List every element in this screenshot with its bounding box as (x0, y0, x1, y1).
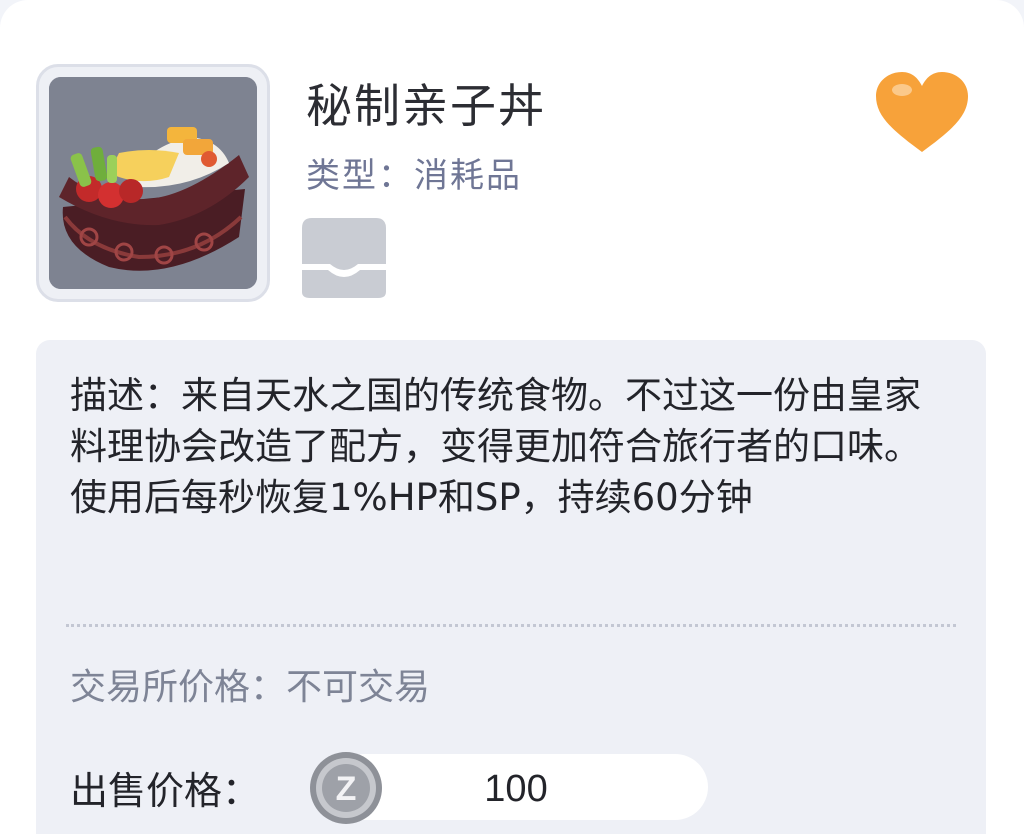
zeny-coin-icon: Z (306, 748, 386, 828)
item-thumbnail (36, 64, 270, 302)
item-description: 描述：来自天水之国的传统食物。不过这一份由皇家料理协会改造了配方，变得更加符合旅… (70, 374, 921, 519)
exchange-price: 交易所价格：不可交易 (70, 667, 431, 708)
item-detail-card: 秘制亲子丼 类型：消耗品 描述：来自天水之国的传统食物。不过这一份由皇家料理协会… (0, 0, 1024, 834)
heart-icon[interactable] (872, 70, 972, 156)
sell-price-label: 出售价格： (70, 769, 261, 813)
item-name: 秘制亲子丼 (306, 79, 546, 133)
bento-box-icon (49, 77, 257, 289)
svg-text:Z: Z (336, 770, 357, 808)
sell-price-value: 100 (484, 768, 548, 810)
dotted-divider (66, 624, 956, 627)
description-panel: 描述：来自天水之国的传统食物。不过这一份由皇家料理协会改造了配方，变得更加符合旅… (36, 340, 986, 834)
item-type: 类型：消耗品 (306, 156, 522, 196)
inbox-tray-icon (298, 214, 390, 300)
